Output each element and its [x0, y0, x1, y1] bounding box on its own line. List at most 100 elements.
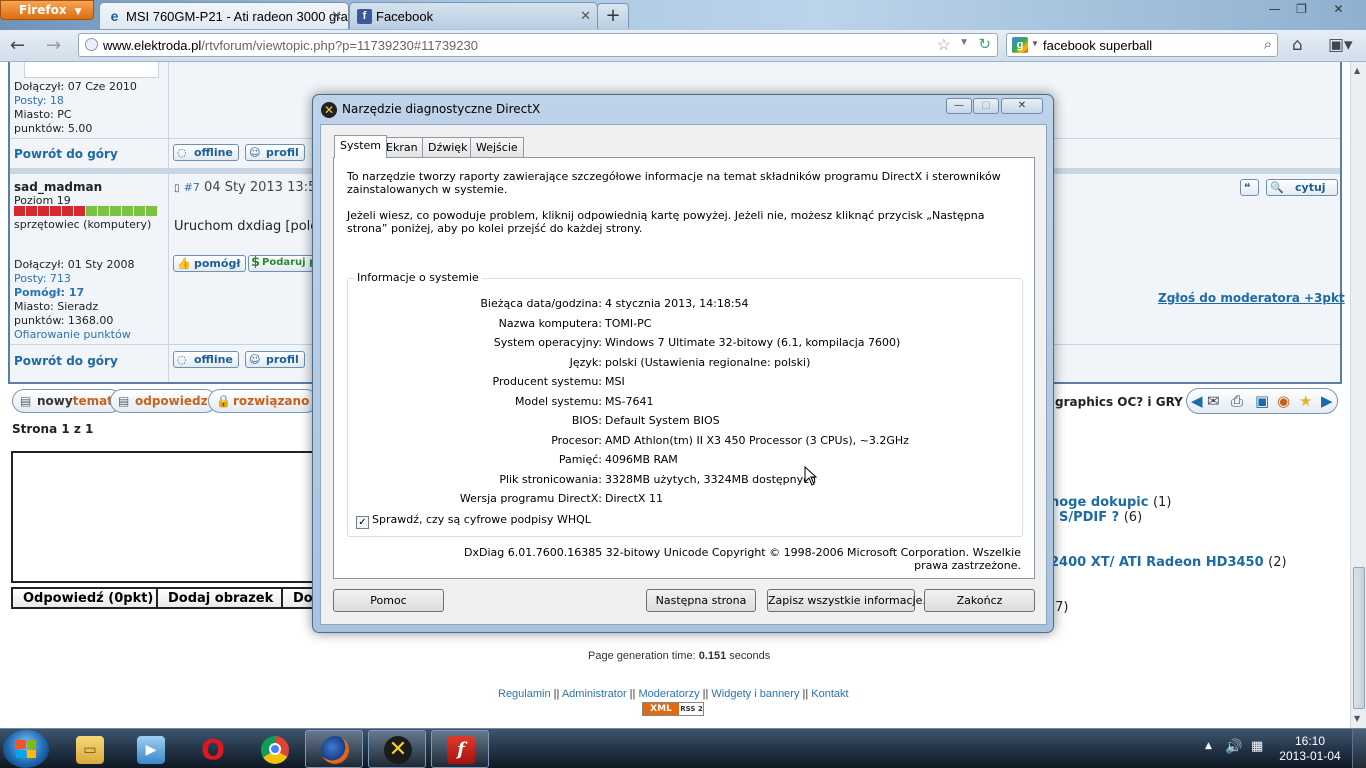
- next-page-button[interactable]: Następna strona: [646, 589, 756, 612]
- offline-button[interactable]: ◌ offline: [173, 351, 239, 368]
- reload-icon[interactable]: ↻: [978, 35, 991, 53]
- scroll-down-icon[interactable]: ▼: [1354, 714, 1360, 723]
- tab-sound[interactable]: Dźwięk: [422, 137, 474, 157]
- taskbar-explorer[interactable]: ▭: [60, 730, 118, 768]
- post-header: ▯ #7 04 Sty 2013 13:5: [174, 180, 316, 195]
- back-arrow-icon[interactable]: ←: [10, 35, 25, 56]
- offline-button[interactable]: ◌ offline: [173, 144, 239, 161]
- url-bar[interactable]: www.elektroda.pl/rtvforum/viewtopic.php?…: [78, 33, 998, 57]
- profile-button[interactable]: ☺ profil: [245, 351, 305, 368]
- new-topic-button[interactable]: ▤ nowytemat: [12, 389, 122, 413]
- help-button[interactable]: Pomoc: [333, 589, 444, 612]
- report-moderator-link[interactable]: Zgłoś do moderatora +3pkt: [1158, 291, 1345, 305]
- close-icon[interactable]: ✕: [1001, 98, 1043, 114]
- similar-topic-link[interactable]: noge dokupic (1): [1050, 495, 1171, 510]
- tab-input[interactable]: Wejście: [470, 137, 524, 157]
- back-to-top-link[interactable]: Powrót do góry: [14, 354, 118, 368]
- start-button[interactable]: [3, 730, 49, 768]
- contact-link[interactable]: Kontakt: [811, 688, 848, 700]
- info-row: Bieżąca data/godzina: 4 stycznia 2013, 14…: [480, 297, 749, 310]
- quote-marks-icon[interactable]: ❝: [1240, 179, 1259, 196]
- status-icon: ◌: [177, 353, 187, 366]
- firefox-menu-button[interactable]: Firefox ▼: [0, 0, 94, 20]
- checkmark-icon[interactable]: ✓: [356, 516, 369, 529]
- show-hidden-icons[interactable]: ▲: [1205, 741, 1212, 751]
- minimize-icon[interactable]: —: [946, 98, 972, 114]
- chevron-down-icon[interactable]: ▼: [1031, 39, 1039, 48]
- network-icon[interactable]: ▦: [1251, 739, 1263, 754]
- clock[interactable]: 16:10 2013-01-04: [1275, 734, 1345, 764]
- taskbar-firefox[interactable]: [305, 730, 363, 768]
- add-image-button[interactable]: Dodaj obrazek: [156, 587, 286, 609]
- similar-topic-link[interactable]: l S/PDIF ? (6): [1050, 510, 1142, 525]
- taskbar-dxdiag[interactable]: ✕: [368, 730, 426, 768]
- google-icon[interactable]: g: [1012, 37, 1028, 53]
- post-count[interactable]: Posty: 18: [14, 94, 64, 107]
- similar-topic-link[interactable]: 2400 XT/ ATI Radeon HD3450 (2): [1050, 555, 1287, 570]
- taskbar-opera[interactable]: O: [183, 730, 241, 768]
- rss-badge[interactable]: XML RSS 2: [642, 702, 704, 716]
- post-author[interactable]: sad_madman: [14, 180, 102, 194]
- volume-icon[interactable]: 🔊: [1225, 739, 1242, 755]
- minimize-icon[interactable]: —: [1261, 0, 1288, 18]
- post-count[interactable]: Posty: 713: [14, 272, 71, 285]
- rules-link[interactable]: Regulamin: [498, 688, 551, 700]
- print-icon[interactable]: ⎙: [1231, 392, 1243, 410]
- save-icon[interactable]: ▣: [1255, 392, 1269, 410]
- search-bar[interactable]: g ▼ facebook superball ⌕: [1006, 33, 1278, 57]
- avatar: [24, 62, 159, 78]
- taskbar-flash[interactable]: f: [431, 730, 489, 768]
- bookmark-star-icon[interactable]: ☆: [937, 35, 951, 55]
- widgets-link[interactable]: Widgety i bannery: [711, 688, 799, 700]
- search-icon[interactable]: ⌕: [1264, 36, 1272, 53]
- page-scrollbar[interactable]: ▲ ▼: [1350, 62, 1366, 728]
- administrator-link[interactable]: Administrator: [562, 688, 627, 700]
- scroll-up-icon[interactable]: ▲: [1354, 66, 1360, 75]
- tab-elektroda[interactable]: e MSI 760GM-P21 - Ati radeon 3000 gra...…: [99, 2, 349, 29]
- quote-button[interactable]: 🔍 cytuj: [1266, 179, 1338, 196]
- post-date: 04 Sty 2013 13:5: [204, 180, 317, 195]
- maximize-icon: ▢: [973, 98, 999, 114]
- helped-button[interactable]: 👍 pomógł: [173, 255, 247, 272]
- forward-arrow-icon[interactable]: →: [46, 35, 61, 56]
- generation-time: Page generation time: 0.151 seconds: [588, 650, 771, 662]
- show-desktop-button[interactable]: [1352, 729, 1366, 768]
- taskbar-chrome[interactable]: [245, 730, 303, 768]
- save-all-info-button[interactable]: Zapisz wszystkie informacje...: [767, 589, 933, 612]
- moderators-link[interactable]: Moderatorzy: [638, 688, 699, 700]
- scrollbar-thumb[interactable]: [1353, 567, 1365, 709]
- home-icon[interactable]: ⌂: [1292, 35, 1303, 55]
- close-tab-icon[interactable]: ✕: [331, 8, 342, 24]
- new-tab-button[interactable]: +: [597, 3, 629, 28]
- reply-button[interactable]: ▤ odpowiedz: [110, 389, 217, 413]
- post-number-link[interactable]: #7: [184, 181, 200, 194]
- chevron-down-icon[interactable]: ▼: [959, 37, 969, 48]
- whql-checkbox[interactable]: ✓ Sprawdź, czy są cyfrowe podpisy WHQL: [356, 513, 591, 529]
- helped-count[interactable]: Pomógł: 17: [14, 286, 84, 299]
- tab-system[interactable]: System: [334, 135, 388, 158]
- close-window-icon[interactable]: ✕: [1325, 0, 1352, 18]
- user-points: punktów: 1368.00: [14, 314, 114, 327]
- user-rank: sprzętowiec (komputery): [14, 218, 152, 231]
- submit-reply-button[interactable]: Odpowiedź (0pkt): [11, 587, 166, 609]
- search-input[interactable]: facebook superball: [1043, 38, 1152, 53]
- exit-button[interactable]: Zakończ: [924, 589, 1035, 612]
- donate-points-link[interactable]: Ofiarowanie punktów: [14, 328, 131, 341]
- next-topic-icon[interactable]: ▶: [1321, 392, 1333, 410]
- topic-tools: ◀ ✉ ⎙ ▣ ◉ ★ ▶: [1186, 388, 1338, 414]
- taskbar-media-player[interactable]: ▶: [121, 730, 179, 768]
- email-icon[interactable]: ✉: [1207, 392, 1220, 410]
- watch-icon[interactable]: ◉: [1277, 392, 1290, 410]
- directx-icon: ✕: [384, 736, 412, 764]
- back-to-top-link[interactable]: Powrót do góry: [14, 147, 118, 161]
- tab-facebook[interactable]: f Facebook ✕: [349, 2, 598, 29]
- profile-button[interactable]: ☺ profil: [245, 144, 305, 161]
- prev-topic-icon[interactable]: ◀: [1191, 392, 1203, 410]
- bookmarks-menu-icon[interactable]: ▣▾: [1328, 35, 1353, 55]
- close-tab-icon[interactable]: ✕: [580, 8, 591, 24]
- star-icon[interactable]: ★: [1299, 392, 1312, 410]
- info-row: Język: polski (Ustawienia regionalne: pol…: [569, 355, 811, 369]
- restore-icon[interactable]: ❐: [1288, 0, 1315, 18]
- solved-button[interactable]: 🔒 rozwiązano: [208, 389, 319, 413]
- quick-reply-textarea[interactable]: [11, 451, 316, 583]
